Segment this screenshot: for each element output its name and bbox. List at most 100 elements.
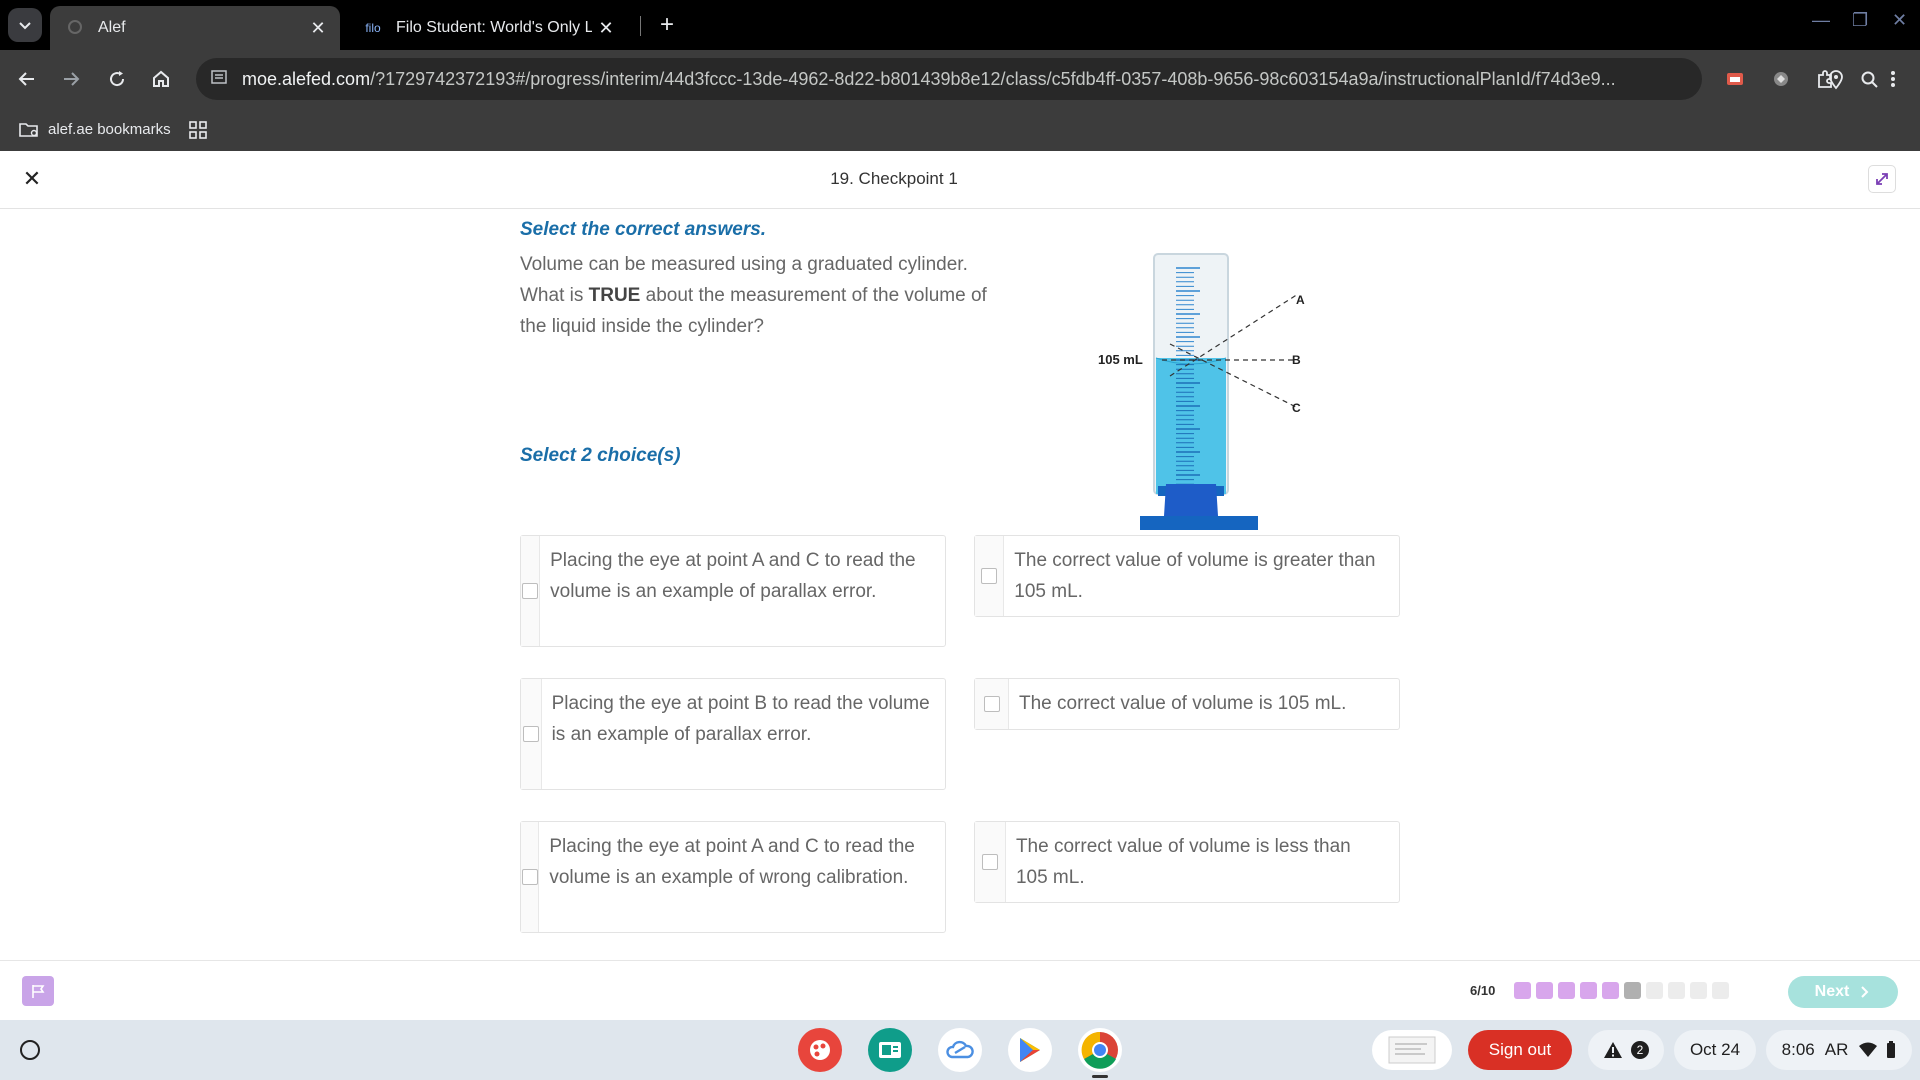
- tab-close-icon[interactable]: ✕: [304, 18, 332, 39]
- choice-option[interactable]: The correct value of volume is 105 mL.: [974, 678, 1400, 730]
- checkbox-column[interactable]: [521, 679, 542, 789]
- url-text: moe.alefed.com/?1729742372193#/progress/…: [242, 68, 1616, 89]
- progress-dot[interactable]: [1646, 982, 1663, 999]
- os-shelf: Sign out 2 Oct 24 8:06 AR: [0, 1020, 1920, 1080]
- select-count: Select 2 choice(s): [520, 445, 681, 466]
- home-button[interactable]: [146, 64, 176, 94]
- choice-text: Placing the eye at point B to read the v…: [551, 693, 930, 745]
- expand-button[interactable]: [1868, 165, 1896, 193]
- flag-button[interactable]: [22, 976, 54, 1006]
- date-tray[interactable]: Oct 24: [1674, 1030, 1756, 1070]
- checkbox[interactable]: [522, 583, 539, 599]
- choice-text: Placing the eye at point A and C to read…: [549, 836, 915, 888]
- progress-dot[interactable]: [1536, 982, 1553, 999]
- more-menu-button[interactable]: [1878, 64, 1908, 94]
- canvas-app-icon[interactable]: [798, 1028, 842, 1072]
- question-line-2-pre: What is: [520, 285, 589, 306]
- play-store-icon[interactable]: [1008, 1028, 1052, 1072]
- time-label: 8:06: [1781, 1040, 1815, 1059]
- tab-strip: Alef ✕ filo Filo Student: World's Only L…: [0, 0, 1920, 50]
- minimize-icon[interactable]: —: [1812, 10, 1830, 31]
- extension-button[interactable]: [1766, 64, 1796, 94]
- status-tray[interactable]: 8:06 AR: [1766, 1030, 1912, 1070]
- progress-dot[interactable]: [1602, 982, 1619, 999]
- extension-app-icon: [1774, 72, 1788, 86]
- grid-icon: [188, 120, 207, 139]
- volume-label: 105 mL: [1098, 352, 1143, 367]
- chevron-right-icon: [1861, 986, 1869, 998]
- wifi-icon: [1859, 1042, 1878, 1057]
- extensions-button[interactable]: [1810, 64, 1840, 94]
- progress-dot[interactable]: [1624, 982, 1641, 999]
- notification-count: 2: [1631, 1041, 1649, 1059]
- progress-dot[interactable]: [1558, 982, 1575, 999]
- tab-close-icon[interactable]: ✕: [592, 18, 620, 39]
- next-label: Next: [1814, 983, 1850, 1000]
- progress-dot[interactable]: [1668, 982, 1685, 999]
- notification-tray[interactable]: 2: [1588, 1030, 1664, 1070]
- loading-icon: [64, 19, 86, 38]
- progress-dot[interactable]: [1514, 982, 1531, 999]
- choice-option[interactable]: The correct value of volume is greater t…: [974, 535, 1400, 617]
- holding-space-thumbnail[interactable]: [1372, 1030, 1452, 1070]
- restore-icon[interactable]: ❐: [1852, 10, 1868, 31]
- reload-button[interactable]: [102, 64, 132, 94]
- tab-divider: [640, 16, 641, 36]
- choice-option[interactable]: Placing the eye at point A and C to read…: [520, 821, 946, 933]
- cloud-app-icon[interactable]: [938, 1028, 982, 1072]
- checkbox-column[interactable]: [975, 822, 1006, 902]
- tab-search-button[interactable]: [8, 8, 42, 42]
- reload-icon: [110, 71, 125, 87]
- launcher-icon[interactable]: [20, 1040, 40, 1060]
- tab-filo[interactable]: filo Filo Student: World's Only Live I ✕: [348, 6, 628, 50]
- cylinder-foot: [1140, 516, 1258, 530]
- extension-button[interactable]: [1720, 64, 1750, 94]
- classroom-app-icon[interactable]: [868, 1028, 912, 1072]
- choice-text: Placing the eye at point A and C to read…: [550, 550, 916, 602]
- choice-text: The correct value of volume is less than…: [1015, 836, 1351, 888]
- checkbox[interactable]: [522, 726, 539, 742]
- point-b-label: B: [1292, 353, 1301, 367]
- checkbox[interactable]: [521, 869, 538, 885]
- window-close-icon[interactable]: ✕: [1892, 10, 1907, 31]
- choice-option[interactable]: The correct value of volume is less than…: [974, 821, 1400, 903]
- new-tab-button[interactable]: +: [652, 10, 682, 40]
- kebab-icon: [1891, 71, 1895, 87]
- progress-label: 6/10: [1470, 983, 1496, 998]
- checkbox[interactable]: [983, 696, 1000, 712]
- choice-option[interactable]: Placing the eye at point A and C to read…: [520, 535, 946, 647]
- chevron-down-icon: [19, 22, 31, 30]
- choice-option[interactable]: Placing the eye at point B to read the v…: [520, 678, 946, 790]
- arrow-right-icon: [64, 72, 80, 86]
- checkbox[interactable]: [981, 568, 998, 584]
- sign-out-button[interactable]: Sign out: [1468, 1030, 1572, 1070]
- puzzle-icon: [1818, 70, 1832, 88]
- back-button[interactable]: [12, 64, 42, 94]
- checkbox-column[interactable]: [521, 822, 540, 932]
- graduated-cylinder-figure: A B C 105 mL: [1098, 253, 1305, 530]
- managed-folder-icon: [19, 122, 38, 137]
- bookmark-label: alef.ae bookmarks: [48, 121, 171, 138]
- progress-dot[interactable]: [1690, 982, 1707, 999]
- checkbox-column[interactable]: [975, 679, 1009, 729]
- apps-shortcut[interactable]: [188, 120, 215, 139]
- address-bar[interactable]: moe.alefed.com/?1729742372193#/progress/…: [196, 58, 1878, 100]
- tab-title: Alef: [98, 19, 126, 36]
- checkbox-column[interactable]: [521, 536, 541, 646]
- site-info-icon[interactable]: [210, 68, 234, 91]
- filo-favicon: filo: [365, 21, 381, 35]
- cylinder-base: [1164, 484, 1218, 516]
- choice-text: The correct value of volume is greater t…: [1014, 550, 1376, 602]
- next-button[interactable]: Next: [1788, 976, 1898, 1008]
- tab-alef[interactable]: Alef ✕: [50, 6, 340, 50]
- browser-toolbar: moe.alefed.com/?1729742372193#/progress/…: [0, 50, 1920, 108]
- forward-button[interactable]: [56, 64, 86, 94]
- choice-text: The correct value of volume is 105 mL.: [1019, 693, 1347, 714]
- browser-chrome: Alef ✕ filo Filo Student: World's Only L…: [0, 0, 1920, 151]
- bookmark-folder[interactable]: alef.ae bookmarks: [18, 121, 171, 139]
- progress-dot[interactable]: [1580, 982, 1597, 999]
- progress-dot[interactable]: [1712, 982, 1729, 999]
- checkbox-column[interactable]: [975, 536, 1005, 616]
- chrome-icon[interactable]: [1078, 1028, 1122, 1072]
- checkbox[interactable]: [981, 854, 998, 870]
